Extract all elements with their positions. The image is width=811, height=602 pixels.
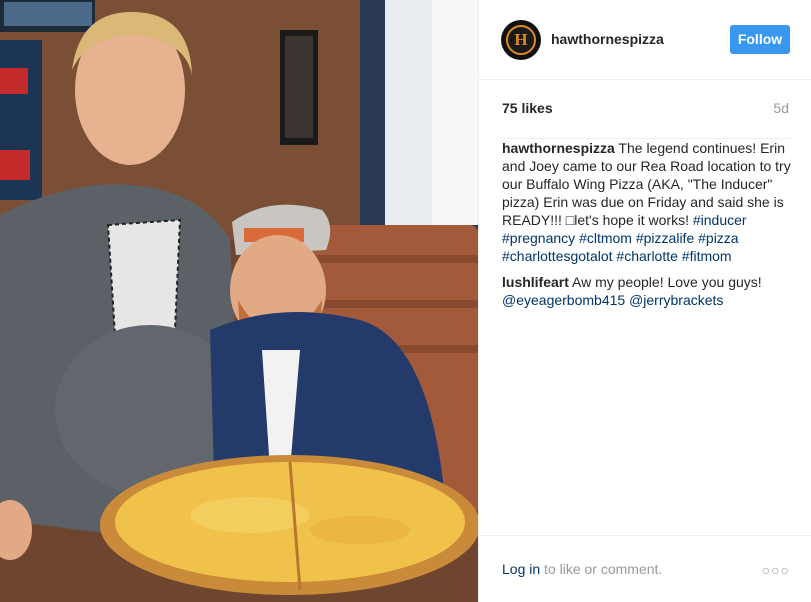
hashtag[interactable]: #pizzalife: [636, 230, 694, 246]
hashtag[interactable]: #charlottesgotalot: [502, 248, 613, 264]
post-sidebar: H hawthornespizza Follow 75 likes 5d haw…: [478, 0, 811, 602]
login-prompt: Log in to like or comment.: [502, 561, 662, 577]
follow-button[interactable]: Follow: [730, 25, 790, 54]
avatar-logo-icon: H: [506, 25, 536, 55]
caption-username[interactable]: hawthornespizza: [502, 140, 615, 156]
hashtag[interactable]: #inducer: [693, 212, 747, 228]
comment-text: Aw my people! Love you guys!: [568, 274, 762, 290]
caption: hawthornespizza The legend continues! Er…: [502, 139, 794, 265]
post-image: [0, 0, 478, 602]
login-link[interactable]: Log in: [502, 561, 540, 577]
likes-count[interactable]: 75 likes: [502, 100, 553, 116]
login-suffix: to like or comment.: [540, 561, 663, 577]
post-photo[interactable]: [0, 0, 478, 602]
hashtag[interactable]: #fitmom: [682, 248, 732, 264]
hashtag[interactable]: #pizza: [698, 230, 738, 246]
comment-username[interactable]: lushlifeart: [502, 274, 569, 290]
mention[interactable]: @eyeagerbomb415: [502, 292, 625, 308]
username-link[interactable]: hawthornespizza: [551, 31, 664, 47]
hashtag[interactable]: #pregnancy: [502, 230, 575, 246]
mention[interactable]: @jerrybrackets: [629, 292, 723, 308]
avatar[interactable]: H: [501, 20, 541, 60]
hashtag[interactable]: #cltmom: [579, 230, 632, 246]
ellipsis-icon[interactable]: ○○○: [762, 563, 790, 577]
hashtag[interactable]: #charlotte: [616, 248, 677, 264]
post-age[interactable]: 5d: [773, 100, 789, 116]
post-footer: Log in to like or comment. ○○○: [479, 535, 811, 602]
post-header: H hawthornespizza Follow: [479, 0, 811, 80]
comment: lushlifeart Aw my people! Love you guys!…: [502, 273, 794, 309]
comments-section: hawthornespizza The legend continues! Er…: [502, 138, 794, 317]
